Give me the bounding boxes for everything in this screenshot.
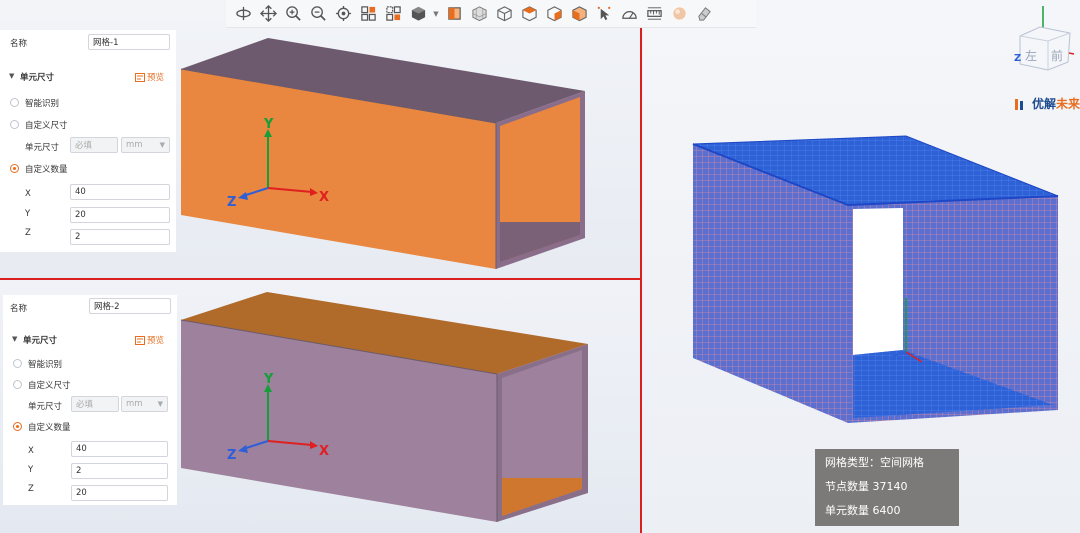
smart-identify-radio[interactable] — [13, 359, 22, 368]
top-view-icon[interactable] — [518, 3, 540, 25]
ruler-icon[interactable] — [643, 3, 665, 25]
brand-mark-icon — [1014, 98, 1023, 110]
chevron-down-icon: ▼ — [159, 141, 165, 149]
zoom-in-icon[interactable] — [282, 3, 304, 25]
unit-size-label: 单元尺寸 — [28, 402, 63, 412]
preview-label: 预览 — [147, 336, 165, 346]
section-title: 单元尺寸 — [20, 73, 55, 83]
x-count-label: X — [25, 189, 31, 199]
name-input[interactable]: 网格-2 — [89, 298, 171, 314]
target-icon[interactable] — [332, 3, 354, 25]
preview-icon — [135, 72, 145, 82]
custom-size-label: 自定义尺寸 — [25, 121, 68, 131]
unit-select[interactable]: mm ▼ — [121, 396, 168, 412]
select-point-icon[interactable] — [593, 3, 615, 25]
node-count-text: 节点数量 37140 — [825, 480, 908, 493]
mesh-settings-panel-1: 名称 网格-1 ▼ 单元尺寸 预览 智能识别 自定义尺寸 单元尺寸 必填 mm … — [0, 30, 176, 252]
front-view-icon[interactable] — [443, 3, 465, 25]
section-caret-icon[interactable]: ▼ — [9, 72, 14, 80]
smart-identify-label: 智能识别 — [28, 360, 63, 370]
view-cube-icon[interactable] — [407, 3, 429, 25]
custom-size-radio[interactable] — [10, 120, 19, 129]
z-count-label: Z — [28, 484, 34, 494]
preview-label: 预览 — [147, 73, 165, 83]
iso-view-icon[interactable] — [493, 3, 515, 25]
custom-count-radio[interactable] — [10, 164, 19, 173]
unit-select-value: mm — [126, 140, 143, 150]
y-count-label: Y — [28, 465, 34, 475]
view-cube-z-label: Z — [1014, 53, 1021, 64]
name-label: 名称 — [10, 39, 28, 49]
zoom-out-icon[interactable] — [307, 3, 329, 25]
unit-select[interactable]: mm ▼ — [121, 137, 170, 153]
view-toolbar: ▼ — [226, 0, 756, 28]
unit-size-input[interactable]: 必填 — [70, 137, 118, 153]
right-view-icon[interactable] — [543, 3, 565, 25]
x-count-input[interactable]: 40 — [70, 184, 170, 200]
z-count-input[interactable]: 20 — [71, 485, 168, 501]
fit-selection-icon[interactable] — [382, 3, 404, 25]
mesh-info-box: 网格类型：空间网格 节点数量 37140 单元数量 6400 — [815, 449, 959, 526]
name-label: 名称 — [10, 304, 28, 314]
mesh-type-text: 网格类型：空间网格 — [825, 456, 924, 469]
pan-icon[interactable] — [257, 3, 279, 25]
material-sphere-icon[interactable] — [668, 3, 690, 25]
y-count-input[interactable]: 20 — [70, 207, 170, 223]
element-count-text: 单元数量 6400 — [825, 504, 901, 517]
viewport-divider-horizontal — [0, 278, 641, 280]
custom-count-label: 自定义数量 — [25, 165, 68, 175]
fit-all-icon[interactable] — [357, 3, 379, 25]
preview-icon — [135, 335, 145, 345]
brand-text-a: 优解 — [1031, 97, 1056, 111]
section-title: 单元尺寸 — [23, 336, 58, 346]
chevron-down-icon: ▼ — [157, 400, 163, 408]
grid-cube-icon[interactable] — [468, 3, 490, 25]
view-cube-left-face: 左 — [1025, 48, 1037, 63]
angle-measure-icon[interactable] — [618, 3, 640, 25]
eraser-icon[interactable] — [693, 3, 715, 25]
chevron-down-icon[interactable]: ▼ — [432, 10, 440, 18]
preview-button[interactable]: 预览 — [135, 334, 164, 346]
y-count-label: Y — [25, 209, 31, 219]
unit-size-input[interactable]: 必填 — [71, 396, 119, 412]
z-count-input[interactable]: 2 — [70, 229, 170, 245]
brand-logo: 优解 未来 — [1014, 95, 1080, 112]
section-caret-icon[interactable]: ▼ — [12, 335, 17, 343]
x-count-input[interactable]: 40 — [71, 441, 168, 457]
custom-size-radio[interactable] — [13, 380, 22, 389]
preview-button[interactable]: 预览 — [135, 71, 164, 83]
smart-identify-radio[interactable] — [10, 98, 19, 107]
view-cube-front-face: 前 — [1051, 48, 1063, 63]
unit-select-value: mm — [126, 399, 143, 409]
brand-text-b: 未来 — [1055, 97, 1080, 111]
custom-size-label: 自定义尺寸 — [28, 381, 71, 391]
viewport-divider-vertical — [640, 0, 642, 533]
x-count-label: X — [28, 446, 34, 456]
custom-count-label: 自定义数量 — [28, 423, 71, 433]
rotate-icon[interactable] — [232, 3, 254, 25]
custom-count-radio[interactable] — [13, 422, 22, 431]
bottom-view-icon[interactable] — [568, 3, 590, 25]
mesh-settings-panel-2: 名称 网格-2 ▼ 单元尺寸 预览 智能识别 自定义尺寸 单元尺寸 必填 mm … — [3, 295, 177, 505]
unit-size-label: 单元尺寸 — [25, 143, 60, 153]
smart-identify-label: 智能识别 — [25, 99, 60, 109]
y-count-input[interactable]: 2 — [71, 463, 168, 479]
name-input[interactable]: 网格-1 — [88, 34, 170, 50]
z-count-label: Z — [25, 228, 31, 238]
